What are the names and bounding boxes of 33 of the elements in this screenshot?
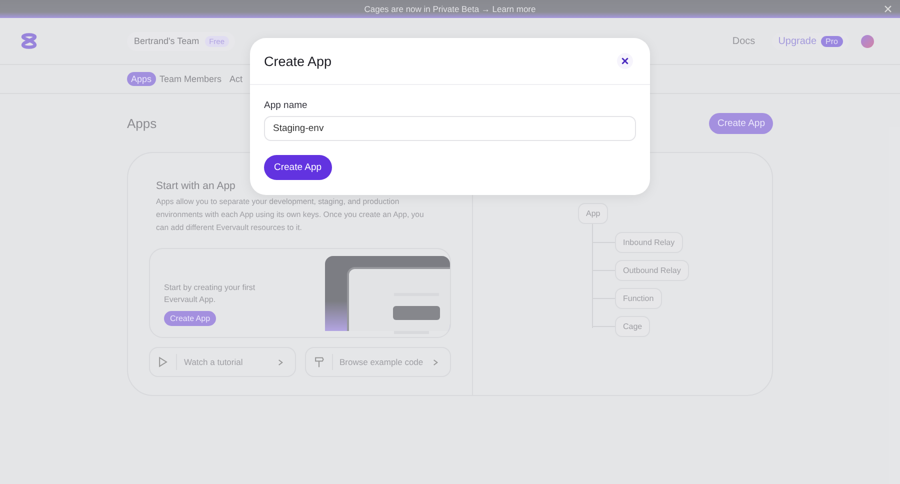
tree-node: Cage: [615, 316, 650, 337]
tree-node: Function: [615, 288, 662, 309]
section-title: Start with an App: [156, 180, 236, 192]
tree-node: Outbound Relay: [615, 260, 689, 281]
app-name-field[interactable]: Staging-env: [264, 116, 636, 141]
chevron-right-icon: [278, 358, 282, 366]
signpost-icon: [312, 356, 324, 368]
plan-badge: Pro: [820, 36, 843, 46]
nav-tab[interactable]: Team Members: [156, 72, 226, 86]
create-app-button[interactable]: Create App: [164, 311, 216, 326]
avatar[interactable]: [861, 34, 874, 48]
team-name: Bertrand's Team: [134, 36, 200, 46]
close-icon[interactable]: [617, 53, 633, 69]
resource-link[interactable]: Browse example code: [304, 347, 451, 377]
docs-link[interactable]: Docs: [732, 36, 756, 46]
link-label: Browse example code: [340, 357, 424, 367]
page-title: Apps: [127, 116, 157, 130]
logo-icon[interactable]: [19, 31, 39, 51]
create-app-button[interactable]: Create App: [709, 112, 773, 134]
nav-tab[interactable]: Apps: [127, 72, 156, 86]
dialog-title: Create App: [264, 54, 332, 68]
tree-node: App: [578, 203, 608, 224]
link-label: Watch a tutorial: [184, 357, 244, 367]
tree-node: Inbound Relay: [615, 232, 683, 253]
play-icon: [157, 356, 169, 368]
chevron-right-icon: [433, 358, 438, 366]
create-app-button[interactable]: Create App: [264, 155, 332, 180]
nav-tab[interactable]: Act: [226, 72, 247, 86]
field-label: App name: [264, 100, 308, 111]
resource-link[interactable]: Watch a tutorial: [149, 347, 296, 377]
announcement-link[interactable]: Cages are now in Private Beta → Learn more: [364, 4, 536, 14]
upgrade-label: Upgrade: [778, 36, 817, 46]
prompt-text: Start by creating your first Evervault App.: [164, 282, 256, 306]
